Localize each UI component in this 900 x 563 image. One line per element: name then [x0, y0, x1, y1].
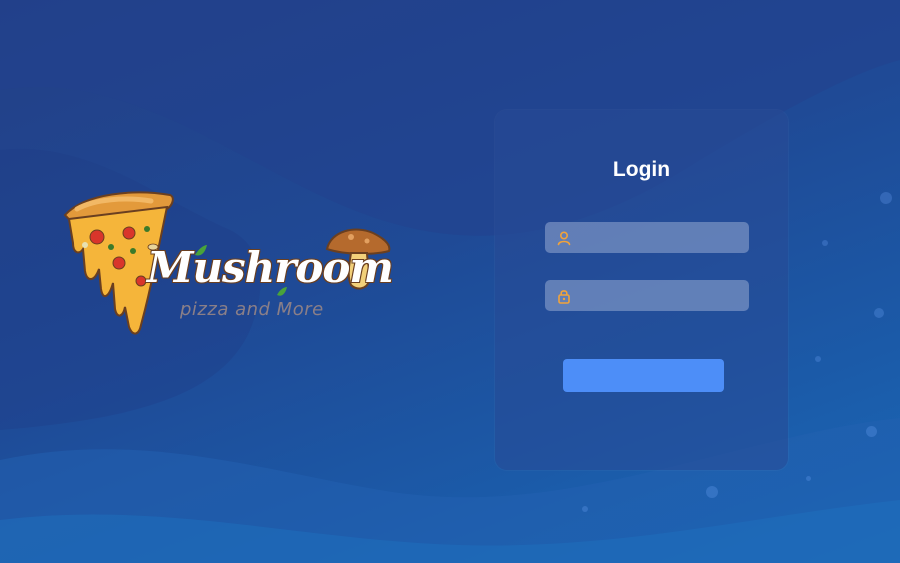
background-dot: [822, 240, 828, 246]
background-dot: [874, 308, 884, 318]
username-input[interactable]: [579, 222, 745, 253]
user-icon: [557, 231, 571, 246]
background-dot: [815, 356, 821, 362]
login-card: Login: [495, 110, 788, 470]
brand-logo: Mushroom pizza and More: [55, 185, 400, 355]
background-dot: [866, 426, 877, 437]
password-input[interactable]: [579, 280, 745, 311]
brand-tagline: pizza and More: [180, 299, 324, 320]
background-dot: [880, 192, 892, 204]
lock-icon: [558, 290, 570, 304]
brand-title: Mushroom: [147, 243, 394, 292]
username-field[interactable]: [545, 222, 749, 253]
background-dot: [706, 486, 718, 498]
login-submit-button[interactable]: [563, 359, 724, 392]
login-title: Login: [612, 158, 671, 181]
background-dot: [582, 506, 588, 512]
password-field[interactable]: [545, 280, 749, 311]
background-dot: [806, 476, 811, 481]
